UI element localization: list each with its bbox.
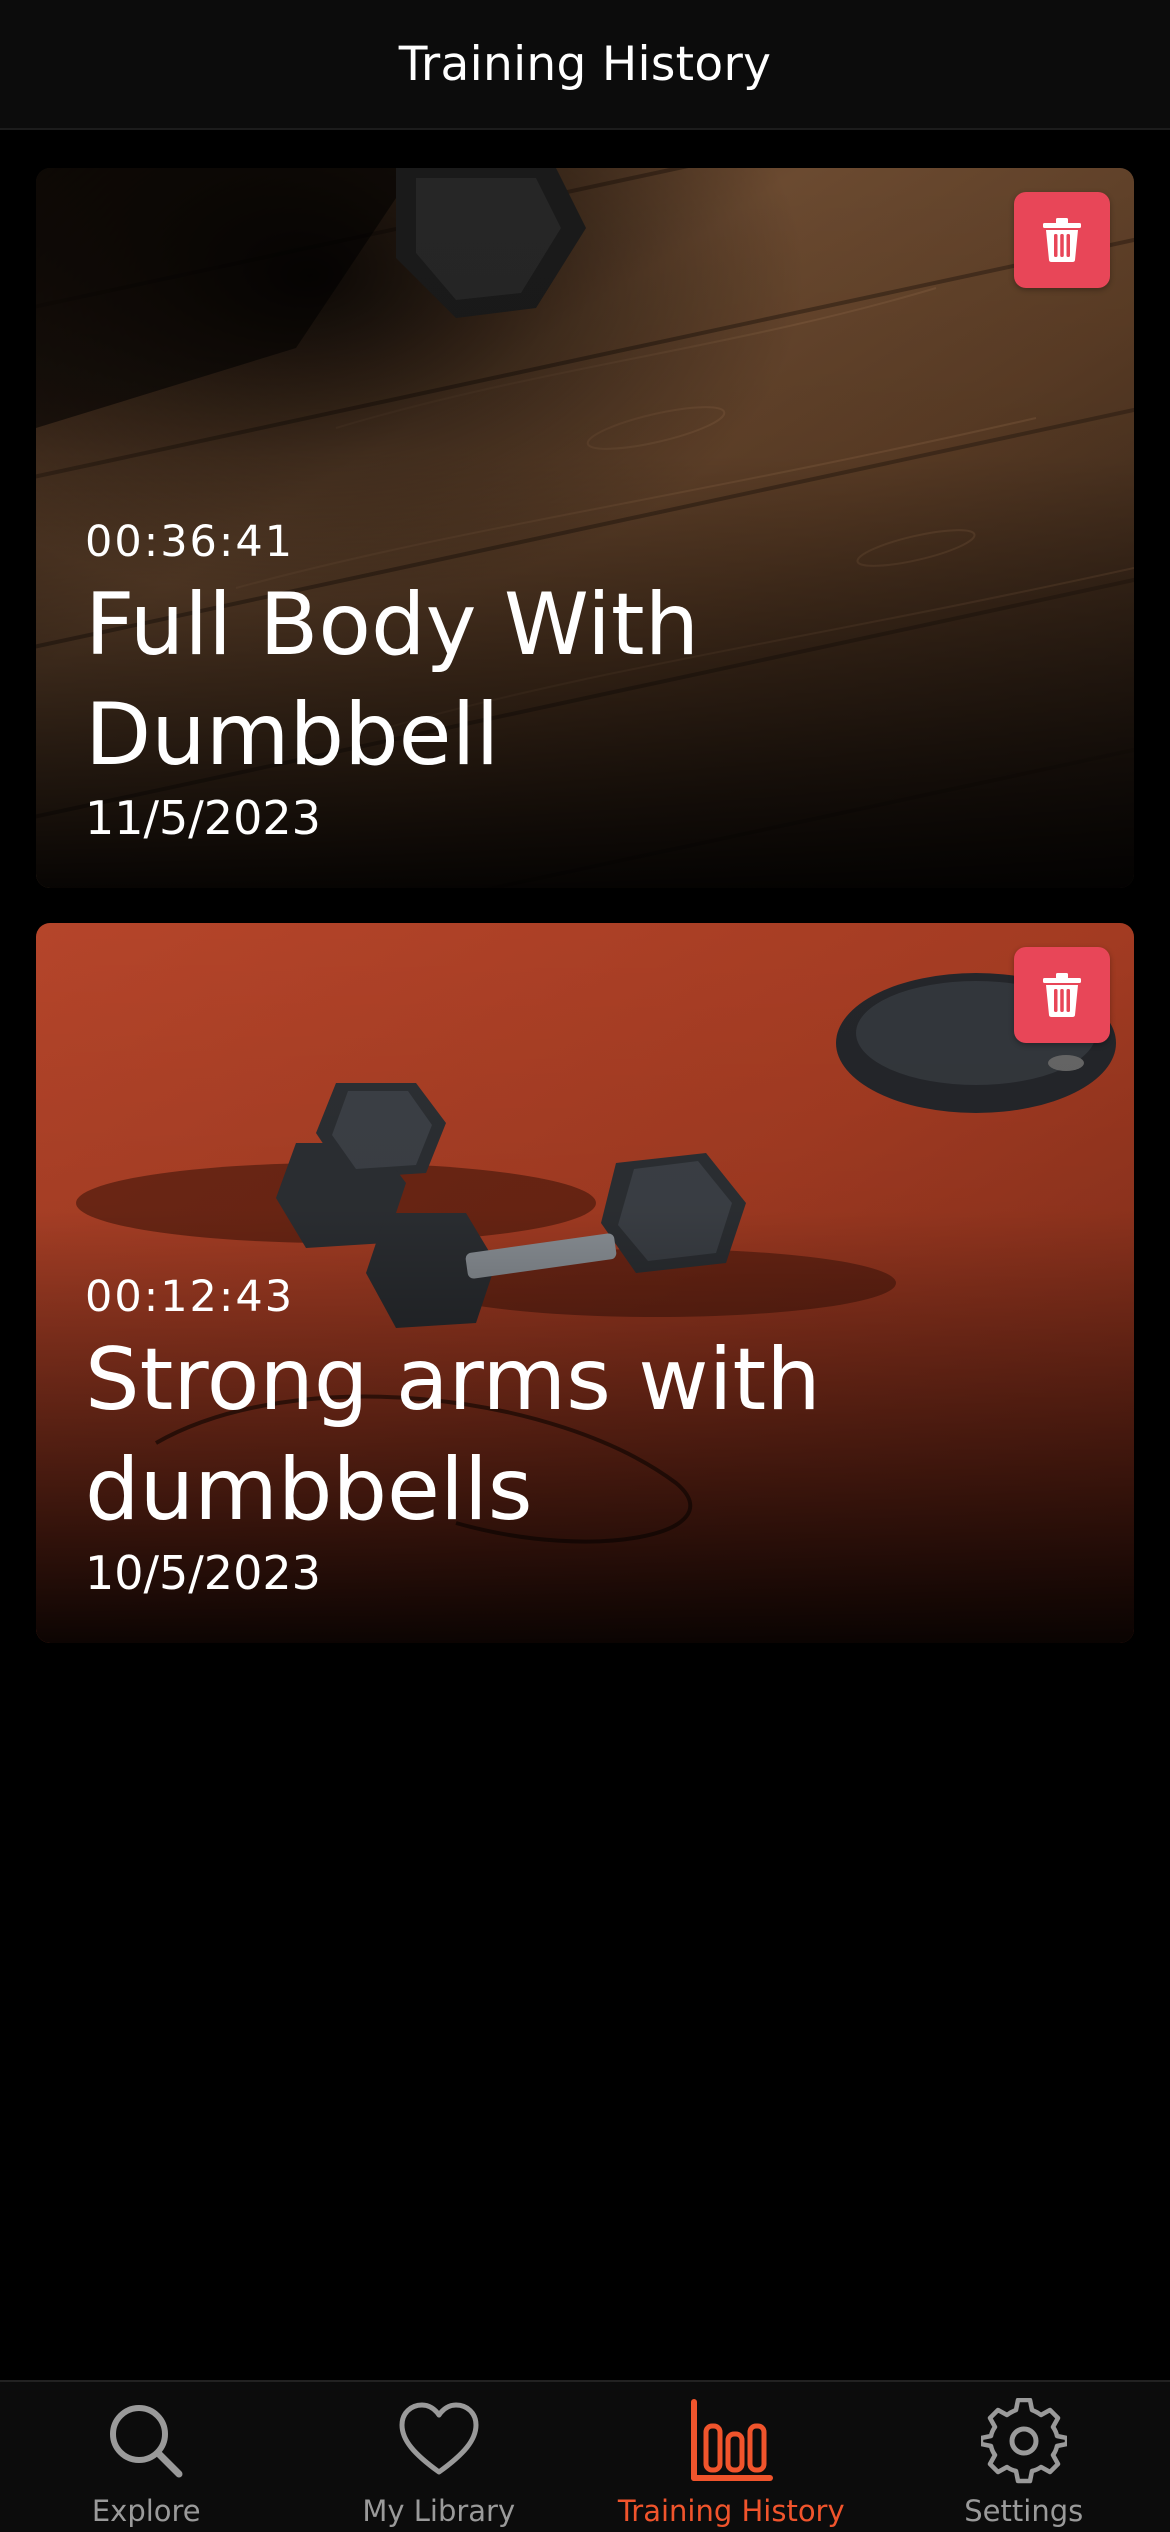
tab-label: My Library — [362, 2494, 516, 2528]
trash-icon — [1043, 973, 1081, 1017]
workout-duration: 00:36:41 — [85, 517, 295, 567]
heart-icon — [394, 2396, 484, 2486]
search-icon — [101, 2396, 191, 2486]
bar-chart-icon — [686, 2396, 776, 2486]
workout-duration: 00:12:43 — [85, 1272, 295, 1322]
workout-card[interactable]: 00:12:43 Strong arms with dumbbells 10/5… — [36, 923, 1134, 1643]
tab-my-library[interactable]: My Library — [293, 2382, 586, 2532]
trash-icon — [1043, 218, 1081, 262]
page-title: Training History — [398, 36, 772, 92]
app-root: Training History 00:36:41 Full Body With… — [0, 0, 1170, 2532]
tab-settings[interactable]: Settings — [878, 2382, 1170, 2532]
delete-button[interactable] — [1014, 192, 1110, 288]
tab-label: Settings — [964, 2494, 1084, 2528]
workout-date: 11/5/2023 — [85, 791, 321, 845]
workout-title: Full Body With Dumbbell — [85, 575, 700, 785]
tab-explore[interactable]: Explore — [0, 2382, 293, 2532]
workout-title: Strong arms with dumbbells — [85, 1330, 821, 1540]
header-bar: Training History — [0, 0, 1170, 130]
bottom-tab-bar: Explore My Library Training History Sett… — [0, 2380, 1170, 2532]
workout-date: 10/5/2023 — [85, 1546, 321, 1600]
gear-icon — [979, 2396, 1069, 2486]
tab-training-history[interactable]: Training History — [585, 2382, 878, 2532]
delete-button[interactable] — [1014, 947, 1110, 1043]
tab-label: Explore — [91, 2494, 201, 2528]
workout-info: 00:36:41 Full Body With Dumbbell 11/5/20… — [85, 516, 1094, 846]
workout-card[interactable]: 00:36:41 Full Body With Dumbbell 11/5/20… — [36, 168, 1134, 888]
tab-label: Training History — [617, 2494, 845, 2528]
workout-info: 00:12:43 Strong arms with dumbbells 10/5… — [85, 1271, 1094, 1601]
